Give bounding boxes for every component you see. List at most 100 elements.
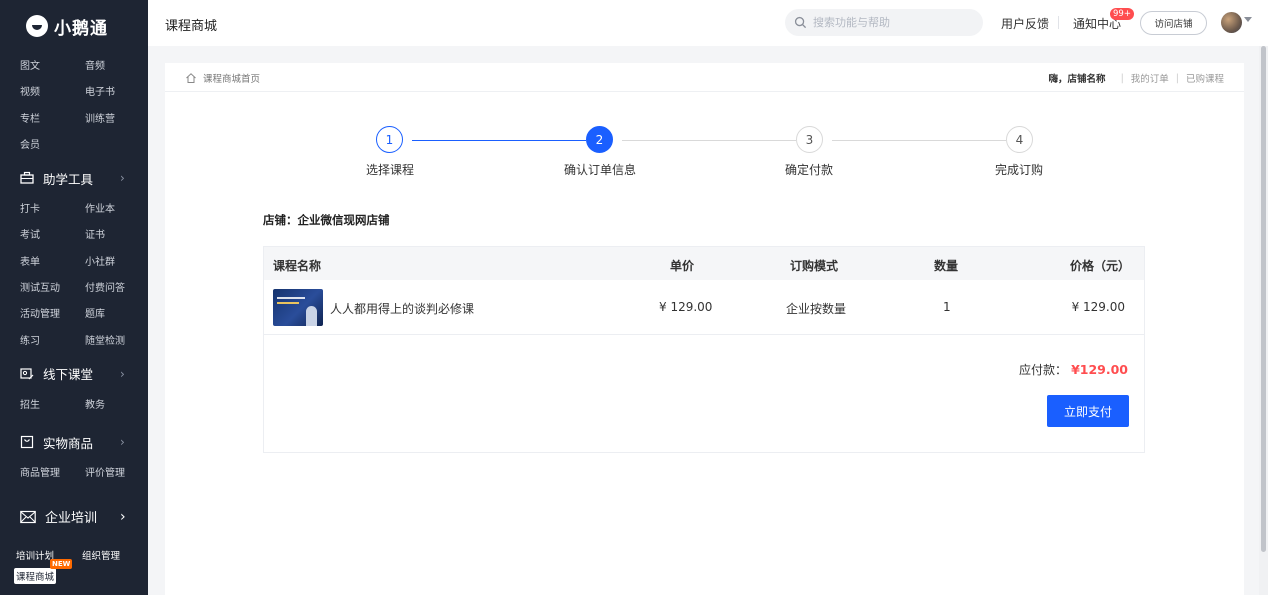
step-1-label: 选择课程 <box>365 163 414 177</box>
section-enterprise-training[interactable]: 企业培训 › <box>0 498 148 536</box>
visit-store-button[interactable]: 访问店铺 <box>1140 11 1207 35</box>
search-box[interactable] <box>785 9 983 36</box>
avatar[interactable] <box>1221 12 1242 33</box>
feedback-link[interactable]: 用户反馈 <box>1001 15 1049 32</box>
section-physical-goods[interactable]: 实物商品 › <box>0 423 148 461</box>
sidebar-item-training-plan[interactable]: 培训计划 <box>16 548 82 562</box>
sidebar-item-question-bank[interactable]: 题库 <box>85 302 150 328</box>
payable-summary: 应付款： ¥129.00 <box>1019 361 1128 378</box>
content-menu: 图文 音频 视频 电子书 专栏 训练营 会员 <box>0 54 148 159</box>
purchased-courses-link[interactable]: 已购课程 <box>1186 71 1224 85</box>
enterprise-training-menu: 培训计划 组织管理 <box>0 545 148 565</box>
top-header: 课程商城 用户反馈 通知中心 99+ 访问店铺 <box>148 0 1268 46</box>
course-thumbnail <box>273 289 323 326</box>
step-3-label: 确定付款 <box>784 163 833 177</box>
physical-goods-menu: 商品管理 评价管理 <box>0 461 148 487</box>
link-separator: | <box>1120 72 1124 84</box>
chevron-right-icon: › <box>120 508 126 525</box>
col-price: 价格（元） <box>1069 259 1130 273</box>
section-label: 线下课堂 <box>43 367 94 383</box>
sidebar-item-camp[interactable]: 训练营 <box>85 107 150 133</box>
toolbox-icon <box>20 171 34 185</box>
sidebar-item-column[interactable]: 专栏 <box>20 107 85 133</box>
chevron-right-icon: › <box>120 366 125 381</box>
section-learning-tools[interactable]: 助学工具 › <box>0 159 148 197</box>
sidebar-item-enroll[interactable]: 招生 <box>20 393 85 419</box>
section-label: 实物商品 <box>43 435 94 451</box>
order-mode-value: 企业按数量 <box>786 302 847 316</box>
pay-now-button[interactable]: 立即支付 <box>1047 395 1129 427</box>
greeting-text: 嗨，店铺名称 <box>1048 74 1106 85</box>
step-1-circle: 1 <box>376 126 403 153</box>
payable-amount: ¥129.00 <box>1071 362 1128 377</box>
sidebar-item-checkin[interactable]: 打卡 <box>20 197 85 223</box>
brand-logo[interactable]: 小鹅通 <box>0 0 148 52</box>
step-4-circle: 4 <box>1006 126 1033 153</box>
link-separator: | <box>1175 72 1179 84</box>
sidebar-item-form[interactable]: 表单 <box>20 250 85 276</box>
col-quantity: 数量 <box>934 259 959 273</box>
sidebar-item-academic[interactable]: 教务 <box>85 393 150 419</box>
sidebar: 小鹅通 图文 音频 视频 电子书 专栏 训练营 会员 助学工具 › 打卡 作业本… <box>0 0 148 595</box>
caret-down-icon[interactable] <box>1244 17 1252 22</box>
sidebar-item-course-mall[interactable]: 课程商城 <box>14 568 57 584</box>
quantity-value: 1 <box>943 300 951 314</box>
my-orders-link[interactable]: 我的订单 <box>1131 71 1169 85</box>
step-2-label: 确认订单信息 <box>563 163 636 177</box>
sidebar-item-activity[interactable]: 活动管理 <box>20 302 85 328</box>
step-connector <box>622 140 796 141</box>
sidebar-item-quiz[interactable]: 测试互动 <box>20 276 85 302</box>
section-offline-class[interactable]: 线下课堂 › <box>0 355 148 393</box>
sidebar-item-community[interactable]: 小社群 <box>85 250 150 276</box>
sidebar-item-practice[interactable]: 练习 <box>20 329 85 355</box>
step-3-circle: 3 <box>796 126 823 153</box>
sidebar-item-org-manage[interactable]: 组织管理 <box>82 548 148 562</box>
chevron-right-icon: › <box>120 435 125 450</box>
step-connector <box>832 140 1006 141</box>
price-value: ¥ 129.00 <box>1071 300 1125 314</box>
step-4-label: 完成订购 <box>994 163 1043 177</box>
sidebar-item-ebook[interactable]: 电子书 <box>85 80 150 106</box>
breadcrumb-home-link[interactable]: 课程商城首页 <box>203 71 260 85</box>
bag-icon <box>20 435 34 449</box>
sidebar-item-class-test[interactable]: 随堂检测 <box>85 329 150 355</box>
classroom-icon <box>20 367 34 381</box>
breadcrumb-bar: 课程商城首页 嗨，店铺名称 | 我的订单 | 已购课程 <box>165 63 1244 92</box>
unit-price-value: ¥ 129.00 <box>659 300 713 314</box>
col-unit-price: 单价 <box>670 259 695 273</box>
sidebar-item-certificate[interactable]: 证书 <box>85 223 150 249</box>
sidebar-item-article[interactable]: 图文 <box>20 54 85 80</box>
table-header: 课程名称 单价 订购模式 数量 价格（元） <box>264 247 1144 280</box>
sidebar-item-paid-qa[interactable]: 付费问答 <box>85 276 150 302</box>
chevron-right-icon: › <box>120 171 125 186</box>
step-2-circle: 2 <box>586 126 613 153</box>
sidebar-item-exam[interactable]: 考试 <box>20 223 85 249</box>
brand-name: 小鹅通 <box>54 18 108 39</box>
user-links: 嗨，店铺名称 | 我的订单 | 已购课程 <box>1048 71 1224 86</box>
logo-icon <box>26 15 48 37</box>
learning-tools-menu: 打卡 作业本 考试 证书 表单 小社群 测试互动 付费问答 活动管理 题库 练习… <box>0 197 148 355</box>
scrollbar-thumb[interactable] <box>1261 46 1266 552</box>
store-name: 店铺：企业微信现网店铺 <box>263 213 390 227</box>
sidebar-item-video[interactable]: 视频 <box>20 80 85 106</box>
page-title: 课程商城 <box>165 19 218 34</box>
section-label: 企业培训 <box>45 511 98 527</box>
payable-label: 应付款： <box>1019 363 1068 377</box>
sidebar-item-review-manage[interactable]: 评价管理 <box>85 461 150 487</box>
page-scrollbar[interactable] <box>1259 46 1268 595</box>
home-icon <box>186 73 196 83</box>
section-label: 助学工具 <box>43 171 94 187</box>
header-divider <box>1058 16 1059 29</box>
col-course-name: 课程名称 <box>273 259 322 273</box>
sidebar-item-audio[interactable]: 音频 <box>85 54 150 80</box>
mail-icon <box>20 510 36 524</box>
order-steps: 1 2 3 4 选择课程 确认订单信息 确定付款 完成订购 <box>165 126 1244 186</box>
sidebar-item-member[interactable]: 会员 <box>20 133 85 159</box>
search-input[interactable] <box>813 16 973 29</box>
notification-count-badge: 99+ <box>1110 8 1134 20</box>
new-badge: NEW <box>50 559 73 569</box>
offline-class-menu: 招生 教务 <box>0 393 148 419</box>
col-order-mode: 订购模式 <box>790 259 839 273</box>
sidebar-item-goods-manage[interactable]: 商品管理 <box>20 461 85 487</box>
sidebar-item-homework[interactable]: 作业本 <box>85 197 150 223</box>
